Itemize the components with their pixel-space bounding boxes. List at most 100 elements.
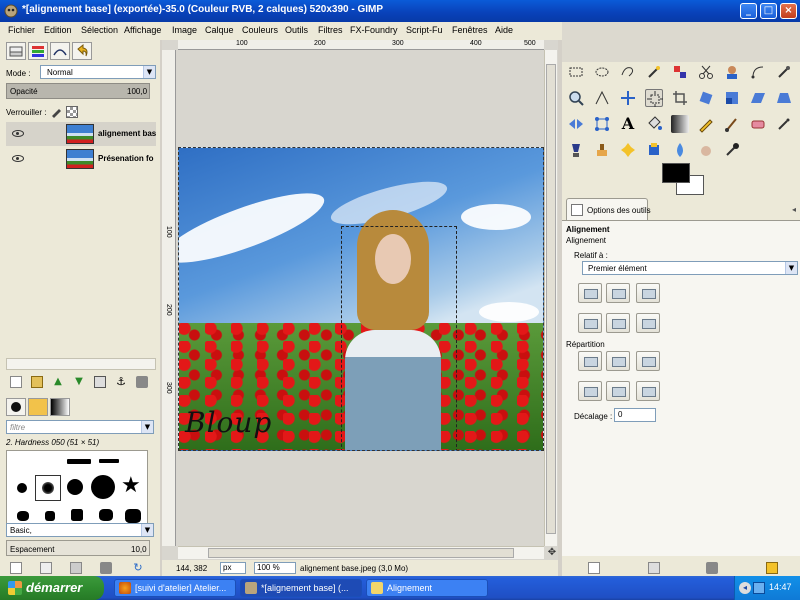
foreground-select-icon[interactable] — [723, 63, 741, 81]
fuzzy-select-icon[interactable] — [645, 63, 663, 81]
menu-selection[interactable]: Sélection — [81, 25, 118, 35]
distribute-bottom-button[interactable] — [636, 381, 660, 401]
menu-outils[interactable]: Outils — [285, 25, 308, 35]
layer-boundary[interactable] — [341, 226, 457, 450]
menu-couleurs[interactable]: Couleurs — [242, 25, 278, 35]
navigate-icon[interactable]: ✥ — [546, 547, 558, 559]
rect-select-icon[interactable] — [567, 63, 585, 81]
mode-select[interactable]: Normal ▼ — [40, 65, 156, 79]
lower-layer-icon[interactable]: ▼ — [73, 376, 85, 388]
scissors-select-icon[interactable] — [697, 63, 715, 81]
gradients-tab-icon[interactable] — [50, 398, 70, 416]
menu-script-fu[interactable]: Script-Fu — [406, 25, 443, 35]
text-tool-icon[interactable]: A — [619, 115, 637, 133]
menu-fx-foundry[interactable]: FX-Foundry — [350, 25, 398, 35]
menu-fichier[interactable]: Fichier — [8, 25, 35, 35]
panel-menu-icon[interactable]: ◂ — [788, 204, 800, 216]
distribute-center-button[interactable] — [606, 351, 630, 371]
layer-row[interactable]: alignement bas — [6, 122, 156, 146]
tray-expand-icon[interactable]: ◂ — [739, 582, 751, 594]
new-brush-icon[interactable] — [40, 562, 52, 574]
bucket-fill-icon[interactable] — [645, 115, 663, 133]
align-bottom-button[interactable] — [636, 313, 660, 333]
brush-grid[interactable]: ★ — [6, 450, 148, 530]
distribute-left-button[interactable] — [578, 351, 602, 371]
brush-swatch[interactable] — [71, 509, 83, 521]
menu-calque[interactable]: Calque — [205, 25, 234, 35]
duplicate-layer-icon[interactable] — [94, 376, 106, 388]
select-by-color-icon[interactable] — [671, 63, 689, 81]
visibility-eye-icon[interactable] — [12, 130, 24, 137]
taskbar-item-folder[interactable]: Alignement — [366, 579, 488, 597]
minimize-button[interactable]: _ — [740, 3, 757, 19]
gradient-tool-icon[interactable] — [671, 115, 689, 133]
network-icon[interactable] — [753, 582, 765, 594]
new-layer-icon[interactable] — [10, 376, 22, 388]
cage-transform-icon[interactable] — [593, 115, 611, 133]
menu-image[interactable]: Image — [172, 25, 197, 35]
menu-filtres[interactable]: Filtres — [318, 25, 343, 35]
delete-options-icon[interactable] — [706, 562, 718, 574]
free-select-icon[interactable] — [619, 63, 637, 81]
offset-spinner[interactable]: 0 — [614, 408, 656, 422]
align-middle-button[interactable] — [606, 313, 630, 333]
paths-tab-icon[interactable] — [50, 42, 70, 60]
move-tool-icon[interactable] — [619, 89, 637, 107]
brush-filter-input[interactable]: filtre ▼ — [6, 420, 154, 434]
horizontal-scroll-thumb[interactable] — [208, 548, 514, 558]
align-right-button[interactable] — [636, 283, 660, 303]
crop-tool-icon[interactable] — [671, 89, 689, 107]
save-options-icon[interactable] — [588, 562, 600, 574]
opacity-slider[interactable]: Opacité 100,0 — [6, 83, 150, 99]
maximize-button[interactable]: □ — [760, 3, 777, 19]
scale-tool-icon[interactable] — [723, 89, 741, 107]
menu-affichage[interactable]: Affichage — [124, 25, 161, 35]
brush-swatch[interactable] — [17, 511, 29, 521]
distribute-middle-button[interactable] — [606, 381, 630, 401]
edit-brush-icon[interactable] — [10, 562, 22, 574]
reset-options-icon[interactable] — [766, 562, 778, 574]
shear-tool-icon[interactable] — [749, 89, 767, 107]
vertical-scrollbar[interactable] — [544, 50, 557, 546]
blur-tool-icon[interactable] — [671, 141, 689, 159]
heal-tool-icon[interactable] — [619, 141, 637, 159]
image-canvas[interactable]: Bloup — [178, 147, 544, 451]
zoom-select[interactable]: 100 % — [254, 562, 296, 574]
refresh-brushes-icon[interactable]: ↻ — [132, 562, 144, 574]
delete-layer-icon[interactable] — [136, 376, 148, 388]
close-button[interactable]: × — [780, 3, 797, 19]
menu-edition[interactable]: Edition — [44, 25, 72, 35]
lock-alpha-icon[interactable] — [66, 106, 78, 118]
brush-swatch[interactable] — [67, 479, 83, 495]
flip-tool-icon[interactable] — [567, 115, 585, 133]
channels-tab-icon[interactable] — [28, 42, 48, 60]
airbrush-tool-icon[interactable] — [775, 115, 793, 133]
layer-row[interactable]: Présenation fo — [6, 147, 156, 171]
dodge-burn-icon[interactable] — [723, 141, 741, 159]
eraser-tool-icon[interactable] — [749, 115, 767, 133]
duplicate-brush-icon[interactable] — [70, 562, 82, 574]
star-brush-icon[interactable]: ★ — [121, 475, 141, 497]
new-layer-group-icon[interactable] — [31, 376, 43, 388]
menu-fenetres[interactable]: Fenêtres — [452, 25, 488, 35]
distribute-right-button[interactable] — [636, 351, 660, 371]
lock-pixels-icon[interactable] — [50, 106, 62, 118]
start-button[interactable]: démarrer — [0, 576, 104, 600]
vertical-scroll-thumb[interactable] — [546, 64, 556, 534]
raise-layer-icon[interactable]: ▲ — [52, 376, 64, 388]
relative-to-select[interactable]: Premier élément ▼ — [582, 261, 798, 275]
unit-select[interactable]: px — [220, 562, 246, 574]
clone-tool-icon[interactable] — [593, 141, 611, 159]
foreground-color-swatch[interactable] — [662, 163, 690, 183]
align-tool-icon[interactable] — [645, 89, 663, 107]
brush-swatch[interactable] — [17, 483, 27, 493]
color-picker-icon[interactable] — [775, 63, 793, 81]
brush-swatch[interactable] — [91, 475, 115, 499]
ink-tool-icon[interactable] — [567, 141, 585, 159]
menu-aide[interactable]: Aide — [495, 25, 513, 35]
ellipse-select-icon[interactable] — [593, 63, 611, 81]
perspective-tool-icon[interactable] — [775, 89, 793, 107]
brush-swatch[interactable] — [45, 511, 55, 521]
layers-tab-icon[interactable] — [6, 42, 26, 60]
tab-tool-options[interactable]: Options des outils — [566, 198, 651, 220]
